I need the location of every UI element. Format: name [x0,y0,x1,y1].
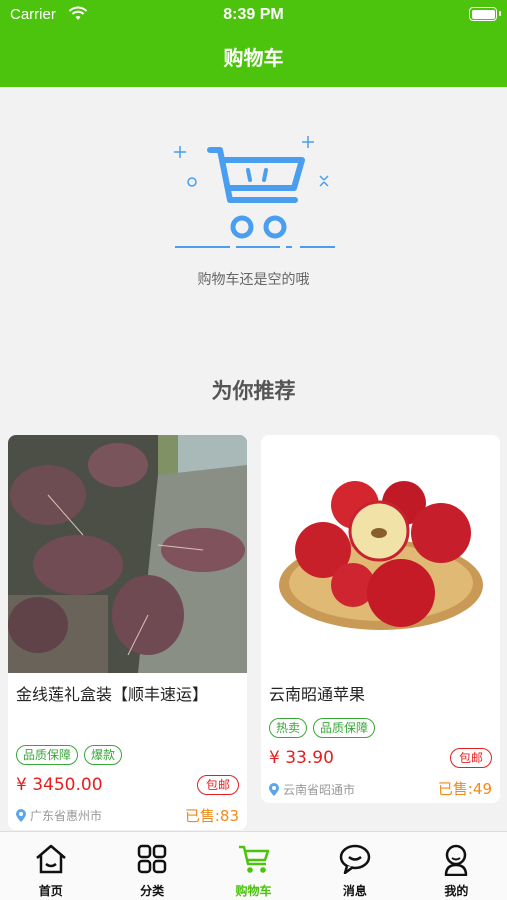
battery-icon [469,7,501,21]
product-location: 广东省惠州市 [16,807,102,824]
tag-badge: 爆款 [84,745,123,765]
product-image [8,435,247,673]
product-tags: 品质保障 爆款 [16,745,123,765]
message-icon [339,844,371,874]
tab-label: 我的 [444,884,469,898]
recommend-title: 为你推荐 [211,379,296,403]
product-price: ¥ 33.90 [269,748,334,768]
product-name: 金线莲礼盒装【顺丰速运】 [16,685,209,704]
bottom-tab-bar: 首页 分类 购物车 消息 我的 [0,831,507,900]
free-shipping-badge: 包邮 [449,748,492,768]
tab-label: 首页 [38,884,63,898]
product-tags: 热卖 品质保障 [269,718,376,738]
product-card[interactable]: 云南昭通苹果 热卖 品质保障 ¥ 33.90 包邮 云南省昭通市 已售:49 [261,435,500,803]
cart-icon [238,845,269,873]
tab-label: 消息 [342,884,367,898]
grid-icon [137,844,167,874]
tab-profile[interactable]: 我的 [406,832,507,900]
free-shipping-badge: 包邮 [196,775,239,795]
empty-cart-message: 购物车还是空的哦 [197,272,310,288]
tag-badge: 品质保障 [16,745,79,765]
empty-cart-illustration [174,136,335,248]
product-location: 云南省昭通市 [269,781,355,798]
app-header: Carrier 8:39 PM 购物车 [0,0,507,87]
tab-home[interactable]: 首页 [0,832,101,900]
clock: 8:39 PM [223,6,284,23]
profile-icon [445,844,468,876]
product-image [261,435,500,673]
tab-label: 分类 [140,884,165,898]
shopping-cart-icon [207,147,305,239]
product-name: 云南昭通苹果 [269,685,366,704]
status-bar: Carrier 8:39 PM [0,0,507,30]
home-icon [35,844,66,874]
product-card[interactable]: 金线莲礼盒装【顺丰速运】 品质保障 爆款 ¥ 3450.00 包邮 广东省惠州市… [8,435,247,830]
tag-badge: 热卖 [269,718,308,738]
tab-messages[interactable]: 消息 [304,832,405,900]
page-title: 购物车 [223,46,284,70]
tab-category[interactable]: 分类 [101,832,202,900]
sold-count: 已售:49 [437,780,492,798]
location-text: 广东省惠州市 [30,809,103,823]
tag-badge: 品质保障 [313,718,376,738]
location-text: 云南省昭通市 [283,783,356,797]
sold-count: 已售:83 [184,807,239,825]
location-pin-icon [16,809,26,822]
tab-label: 购物车 [235,884,272,898]
product-price: ¥ 3450.00 [16,775,103,795]
location-pin-icon [269,783,279,796]
tab-cart[interactable]: 购物车 [203,832,304,900]
